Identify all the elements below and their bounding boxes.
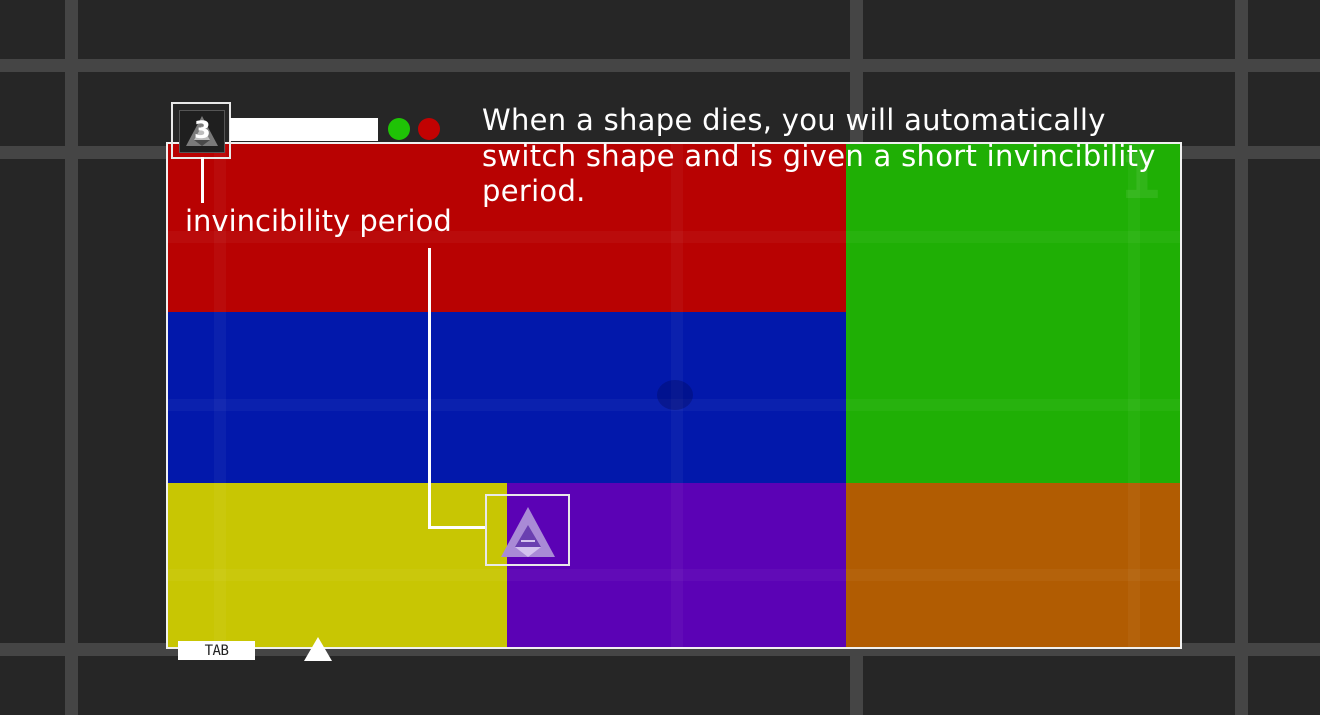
callout-label: invincibility period	[185, 204, 452, 238]
arena-grid-line	[168, 569, 1180, 581]
callout-connector	[201, 157, 204, 203]
invincible-player-frame	[485, 494, 570, 566]
triangle-icon	[501, 507, 555, 557]
health-bar	[230, 118, 378, 141]
tab-key-hint: TAB	[178, 641, 255, 660]
callout-connector	[428, 526, 486, 529]
background-grid-line	[65, 0, 78, 715]
player-shape-frame: 3	[171, 102, 231, 159]
arena-center-marker	[657, 380, 693, 410]
status-dot-green	[388, 118, 410, 140]
status-dot-red	[418, 118, 440, 140]
player-shape-icon-bg: 3	[179, 110, 225, 153]
blue-zone	[168, 312, 846, 483]
triangle-icon	[304, 637, 332, 661]
tutorial-instruction: When a shape dies, you will automaticall…	[482, 103, 1156, 208]
background-grid-line	[0, 59, 1320, 72]
callout-connector	[428, 248, 431, 529]
background-grid-line	[1235, 0, 1248, 715]
lives-count: 3	[194, 116, 211, 144]
